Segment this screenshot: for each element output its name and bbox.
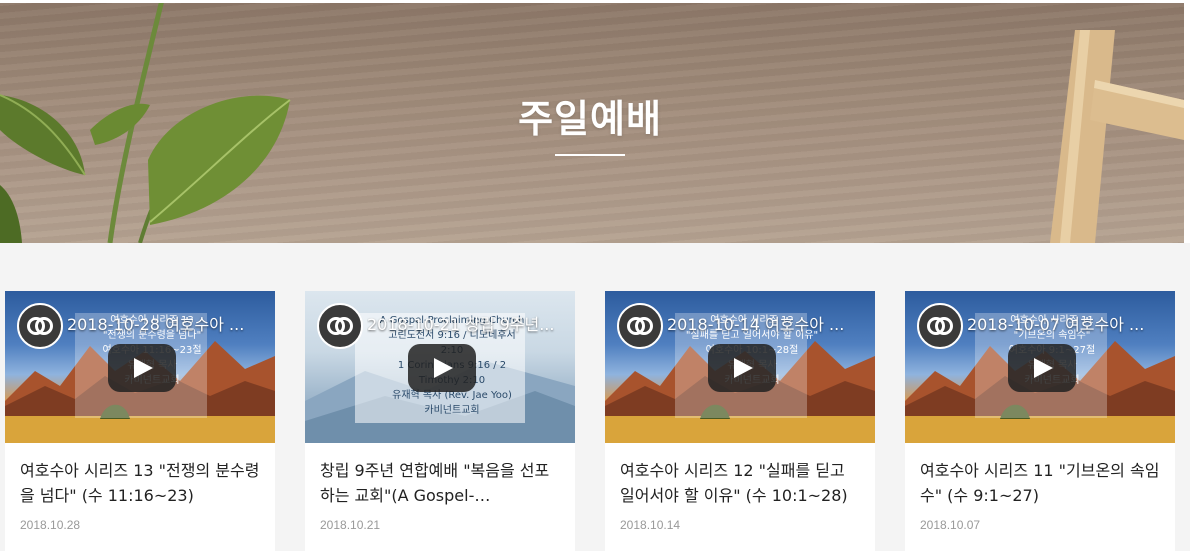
video-card[interactable]: 여호수아 시리즈 12"실패를 딛고 일어서야 할 이유"여호수아 10:1~2… — [605, 291, 875, 551]
video-thumbnail[interactable]: 여호수아 시리즈 11"기브온의 속임수"여호수아 9:1~27절유재혁 목사카… — [905, 291, 1175, 443]
play-icon[interactable] — [708, 344, 776, 392]
card-title[interactable]: 여호수아 시리즈 11 "기브온의 속임수" (수 9:1~27) — [920, 458, 1160, 508]
channel-logo-icon[interactable] — [917, 303, 963, 349]
card-date: 2018.10.28 — [20, 518, 81, 532]
video-title[interactable]: 2018-10-14 여호수아 ... — [667, 311, 867, 335]
video-title[interactable]: 2018-10-28 여호수아 ... — [67, 311, 267, 335]
video-card[interactable]: 여호수아 시리즈 13"전쟁의 분수령을 넘다"여호수아 11:16~23절유재… — [5, 291, 275, 551]
card-date: 2018.10.14 — [620, 518, 681, 532]
page-title: 주일예배 — [518, 97, 662, 141]
hero-right-border — [1184, 0, 1190, 243]
thumbnail-text-line: 카비넌트교회 — [424, 405, 480, 416]
play-icon[interactable] — [108, 344, 176, 392]
video-card[interactable]: 여호수아 시리즈 11"기브온의 속임수"여호수아 9:1~27절유재혁 목사카… — [905, 291, 1175, 551]
card-title[interactable]: 창립 9주년 연합예배 "복음을 선포하는 교회"(A Gospel-Procl… — [320, 458, 560, 508]
hero-top-border — [0, 0, 1190, 3]
video-title[interactable]: 2018-10-07 여호수아 ... — [967, 311, 1167, 335]
channel-logo-icon[interactable] — [617, 303, 663, 349]
card-date: 2018.10.07 — [920, 518, 981, 532]
hero-banner: 주일예배 — [0, 0, 1190, 243]
channel-logo-icon[interactable] — [17, 303, 63, 349]
play-icon[interactable] — [1008, 344, 1076, 392]
channel-logo-icon[interactable] — [317, 303, 363, 349]
card-date: 2018.10.21 — [320, 518, 381, 532]
title-underline — [555, 154, 625, 156]
video-card[interactable]: A Gospel-Proclaiming Church 고린도전서 9:16 / … — [305, 291, 575, 551]
video-title[interactable]: 2018-10-21 창립 9주년... — [367, 311, 567, 335]
card-title[interactable]: 여호수아 시리즈 13 "전쟁의 분수령을 넘다" (수 11:16~23) — [20, 458, 260, 508]
video-thumbnail[interactable]: 여호수아 시리즈 13"전쟁의 분수령을 넘다"여호수아 11:16~23절유재… — [5, 291, 275, 443]
play-icon[interactable] — [408, 344, 476, 392]
card-title[interactable]: 여호수아 시리즈 12 "실패를 딛고 일어서야 할 이유" (수 10:1~2… — [620, 458, 860, 508]
video-thumbnail[interactable]: 여호수아 시리즈 12"실패를 딛고 일어서야 할 이유"여호수아 10:1~2… — [605, 291, 875, 443]
video-thumbnail[interactable]: A Gospel-Proclaiming Church 고린도전서 9:16 / … — [305, 291, 575, 443]
